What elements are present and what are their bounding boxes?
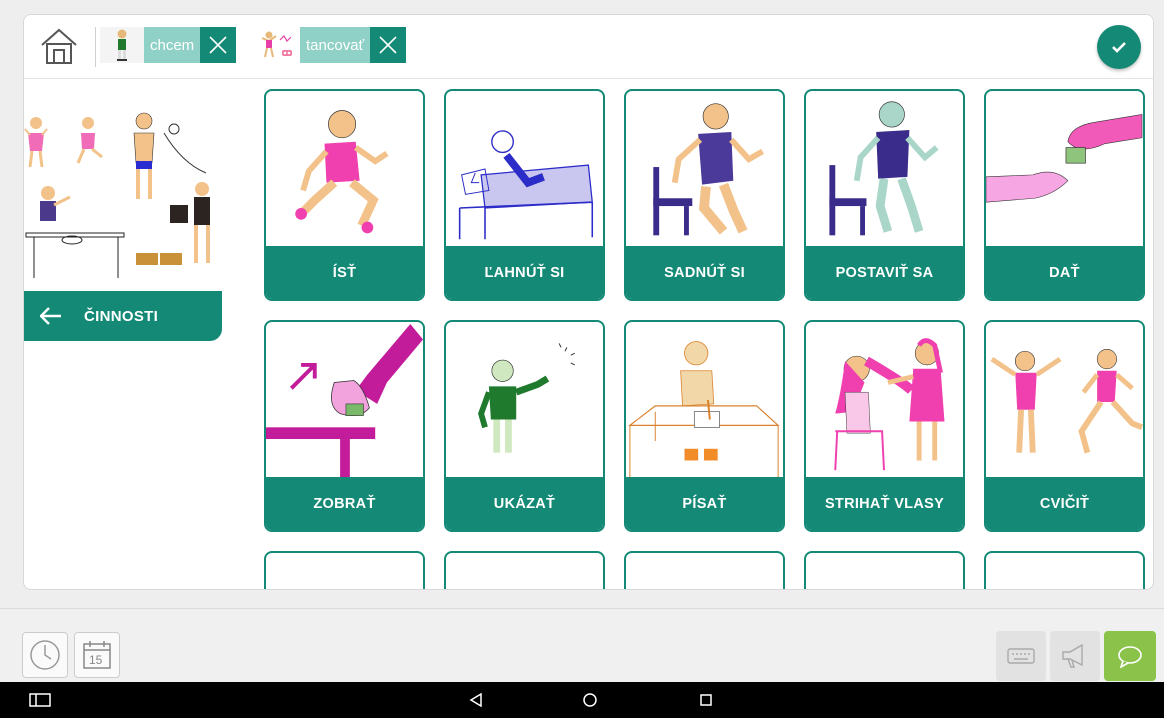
face-icon [806,553,963,590]
checkmark-icon [1112,42,1126,53]
bottom-toolbar: 15 [0,608,1164,682]
card-cvicit[interactable]: CVIČIŤ [984,320,1145,532]
sentence-bar: chcem tancovať [24,15,1153,79]
category-title: ČINNOSTI [84,307,159,325]
card-partial[interactable] [444,551,605,590]
keyboard-button[interactable] [996,631,1046,681]
card-isť[interactable]: ÍSŤ [264,89,425,301]
card-label: PÍSAŤ [626,477,783,530]
dancing-icon [256,27,300,63]
card-partial[interactable]: ? [264,551,425,590]
haircut-icon [834,338,945,471]
heart-icon [446,553,603,590]
card-partial[interactable] [984,551,1145,590]
home-circle-icon[interactable] [578,682,602,718]
clock-button[interactable] [22,632,68,678]
walking-person-icon [295,110,389,234]
calendar-day: 15 [89,653,103,667]
taking-object-icon [266,323,423,478]
card-label: DAŤ [986,246,1143,299]
calendar-button[interactable]: 15 [74,632,120,678]
card-dat[interactable]: DAŤ [984,89,1145,301]
card-postavit-sa[interactable]: POSTAVIŤ SA [804,89,965,301]
sentence-chip-want[interactable]: chcem [100,27,237,63]
chip-label: chcem [144,27,201,63]
app-frame: chcem tancovať ČINNOSTI ÍSŤ ĽAHNÚŤ SI SA… [23,14,1154,590]
chip-label: tancovať [300,27,371,63]
chat-button[interactable] [1104,631,1156,681]
card-ukazat[interactable]: UKÁZAŤ [444,320,605,532]
confirm-button[interactable] [1097,25,1141,69]
card-partial[interactable] [804,551,965,590]
card-label: SADNÚŤ SI [626,246,783,299]
category-illustration [24,112,210,278]
divider [95,27,96,67]
card-label: CVIČIŤ [986,477,1143,530]
card-strihat-vlasy[interactable]: STRIHAŤ VLASY [804,320,965,532]
standing-up-icon [829,101,939,236]
boy-wanting-icon [100,27,144,63]
card-label: ÍSŤ [266,246,423,299]
giving-hands-icon [986,114,1143,203]
speak-button[interactable] [1050,631,1100,681]
card-label: POSTAVIŤ SA [806,246,963,299]
sitting-down-icon [653,103,764,236]
close-icon[interactable] [370,27,407,63]
back-icon[interactable] [464,682,488,718]
sentence-chip-dance[interactable]: tancovať [256,27,407,63]
pointing-person-icon [478,343,575,453]
card-partial[interactable] [624,551,785,589]
exercising-icon [990,349,1143,454]
category-back-button[interactable]: ČINNOSTI [24,291,222,341]
lying-down-icon [458,130,594,240]
card-pisat[interactable]: PÍSAŤ [624,320,785,532]
close-icon[interactable] [200,27,237,63]
card-label: STRIHAŤ VLASY [806,477,963,530]
question-icon: ? [266,553,423,590]
card-label: ĽAHNÚŤ SI [446,246,603,299]
megaphone-icon [1062,643,1083,668]
recent-apps-icon[interactable] [26,682,54,718]
arrow-left-icon [24,307,78,325]
writing-person-icon [628,341,780,478]
card-lahnut-si[interactable]: ĽAHNÚŤ SI [444,89,605,301]
clock-icon [30,640,60,670]
speech-bubble-icon [1118,646,1142,668]
face-icon [986,553,1143,590]
card-zobrat[interactable]: ZOBRAŤ [264,320,425,532]
overview-icon[interactable] [694,682,718,718]
card-label: UKÁZAŤ [446,477,603,530]
keyboard-icon [1007,648,1035,664]
home-icon[interactable] [38,25,80,67]
calendar-icon: 15 [83,641,111,669]
card-sadnut-si[interactable]: SADNÚŤ SI [624,89,785,301]
card-label: ZOBRAŤ [266,477,423,530]
system-navigation-bar [0,682,1164,718]
